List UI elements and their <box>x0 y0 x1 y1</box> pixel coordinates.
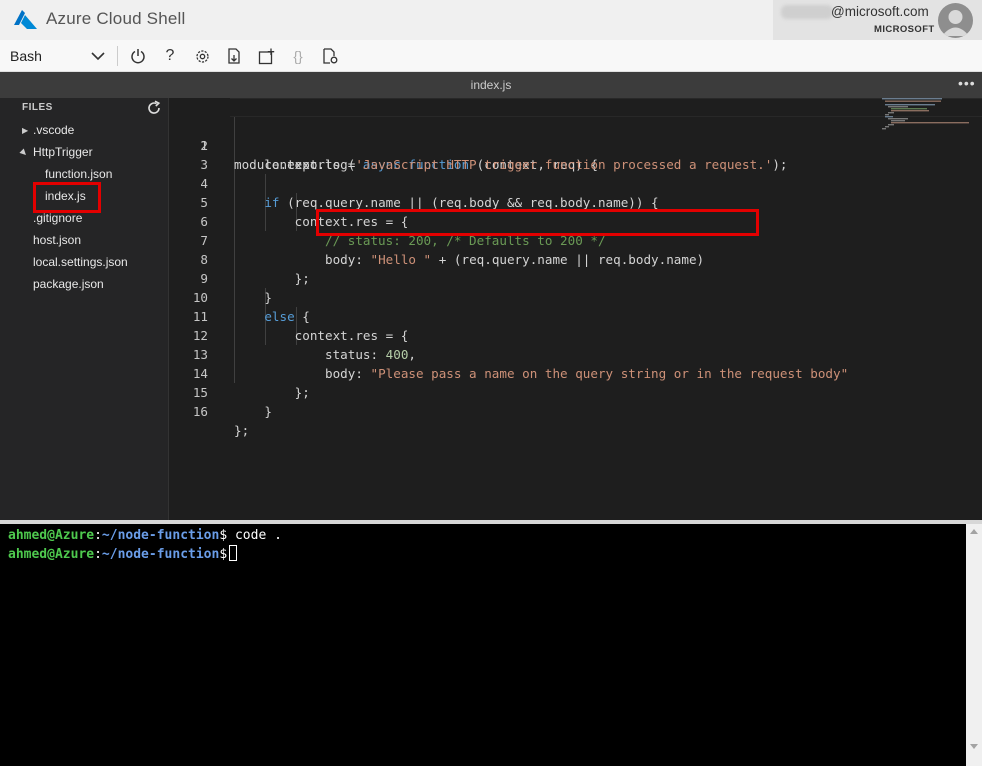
restart-button[interactable] <box>127 45 149 67</box>
help-button[interactable]: ? <box>159 45 181 67</box>
web-preview-button[interactable] <box>319 45 341 67</box>
refresh-icon[interactable] <box>146 100 162 116</box>
line-content: }; <box>234 423 250 438</box>
upload-download-icon <box>228 47 240 64</box>
shell-toolbar: Bash ? {} <box>0 40 982 72</box>
new-session-icon <box>258 48 274 64</box>
avatar[interactable] <box>938 3 973 38</box>
braces-icon: {} <box>293 48 303 64</box>
scroll-up-icon[interactable] <box>970 529 978 534</box>
tree-file-package-json[interactable]: package.json <box>33 277 104 291</box>
terminal-scrollbar[interactable] <box>966 524 982 766</box>
app-header: Azure Cloud Shell @microsoft.com MICROSO… <box>0 0 982 40</box>
editor-button[interactable]: {} <box>287 45 309 67</box>
code-highlight-box <box>316 209 759 236</box>
code-line: 4 if (req.query.name || (req.body && req… <box>170 155 982 210</box>
tree-file-host-json[interactable]: host.json <box>33 233 81 247</box>
tree-folder-httptrigger[interactable]: HttpTrigger <box>33 145 93 159</box>
code-line: 5 context.res = { <box>170 174 982 229</box>
web-preview-icon <box>322 47 337 64</box>
code-editor[interactable]: 1 module.exports = async function (conte… <box>170 98 982 520</box>
tree-file-gitignore[interactable]: .gitignore <box>33 211 82 225</box>
tree-folder-vscode[interactable]: .vscode <box>33 123 74 137</box>
code-line: 12 status: 400, <box>170 307 982 362</box>
code-line: 15 } <box>170 364 982 419</box>
terminal-line: ahmed@Azure:~/node-function$ code . <box>8 528 282 543</box>
line-number: 16 <box>192 404 208 419</box>
chevron-down-icon <box>91 52 105 61</box>
user-icon <box>942 10 969 36</box>
scroll-down-icon[interactable] <box>970 744 978 749</box>
terminal-prompt-line: ahmed@Azure:~/node-function$ <box>8 545 238 564</box>
gear-icon <box>195 49 209 63</box>
azure-logo-icon <box>13 10 37 29</box>
code-line: 3 <box>170 136 982 172</box>
account-menu[interactable]: @microsoft.com MICROSOFT <box>773 0 982 40</box>
file-explorer: FILES ▶ .vscode ▶ HttpTrigger function.j… <box>0 98 169 520</box>
code-line: 13 body: "Please pass a name on the quer… <box>170 326 982 381</box>
toolbar-divider <box>117 46 118 66</box>
minimap[interactable] <box>882 98 972 138</box>
terminal[interactable]: ahmed@Azure:~/node-function$ code . ahme… <box>0 524 982 766</box>
index-js-highlight <box>33 182 101 213</box>
help-icon: ? <box>165 47 175 64</box>
code-line: 16 }; <box>170 383 982 438</box>
code-line: 1 module.exports = async function (conte… <box>170 98 982 172</box>
new-session-button[interactable] <box>255 45 277 67</box>
more-options-icon[interactable]: ••• <box>958 75 976 91</box>
code-line: 9 } <box>170 250 982 305</box>
redacted-username <box>781 5 833 19</box>
terminal-cursor <box>229 545 238 561</box>
editor-file-title: index.js <box>470 78 512 92</box>
app-title: Azure Cloud Shell <box>46 9 186 28</box>
tree-file-function-json[interactable]: function.json <box>45 167 112 181</box>
settings-button[interactable] <box>191 45 213 67</box>
code-line: 14 }; <box>170 345 982 400</box>
tree-file-local-settings-json[interactable]: local.settings.json <box>33 255 128 269</box>
code-line: 11 context.res = { <box>170 288 982 343</box>
line-content: } <box>234 404 272 419</box>
explorer-header: FILES <box>22 102 53 113</box>
editor-tabbar: index.js ••• <box>0 72 982 98</box>
power-icon <box>131 49 145 64</box>
account-org: MICROSOFT <box>874 24 935 35</box>
shell-type-label: Bash <box>10 48 42 64</box>
account-email: @microsoft.com <box>831 4 929 19</box>
shell-type-select[interactable]: Bash <box>0 40 116 72</box>
current-line-highlight <box>230 98 982 117</box>
expanded-arrow-icon[interactable]: ▶ <box>19 147 30 158</box>
code-line: 2 context.log('JavaScript HTTP trigger f… <box>170 117 982 172</box>
collapsed-arrow-icon[interactable]: ▶ <box>22 126 28 135</box>
upload-download-button[interactable] <box>223 45 245 67</box>
code-line: 10 else { <box>170 269 982 324</box>
